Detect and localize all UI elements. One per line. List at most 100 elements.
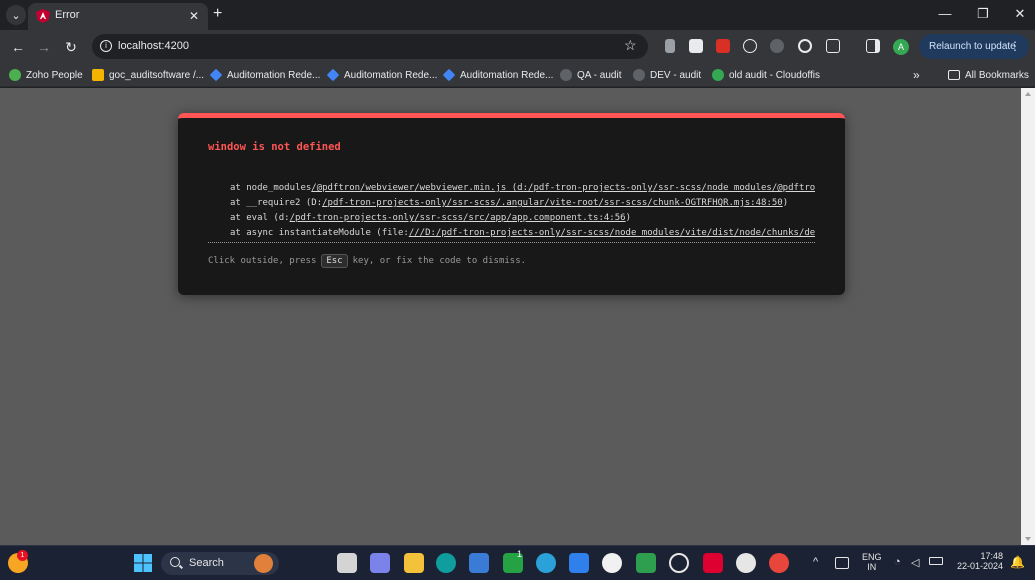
microsoft-store-icon[interactable]	[469, 553, 489, 573]
search-label: Search	[189, 557, 224, 569]
network-off-icon[interactable]	[835, 557, 849, 569]
bookmarks-overflow-icon[interactable]: »	[913, 68, 920, 82]
clock-date: 22-01-2024	[956, 561, 1003, 571]
compass-extension-icon[interactable]	[743, 39, 757, 53]
page-scrollbar[interactable]	[1021, 88, 1035, 545]
bookmark-item[interactable]: goc_auditsoftware /...	[92, 68, 204, 82]
reload-icon[interactable]: ↻	[61, 37, 81, 57]
bookmark-favicon-icon	[209, 68, 223, 82]
scroll-down-arrow-icon[interactable]	[1025, 537, 1031, 541]
bookmark-label: goc_auditsoftware /...	[109, 69, 205, 81]
restore-icon[interactable]: ❐	[973, 6, 993, 22]
bookmark-favicon-icon	[9, 69, 21, 81]
bookmark-item[interactable]: Zoho People	[9, 68, 83, 82]
edge-browser-icon[interactable]	[436, 553, 456, 573]
record-extension-icon[interactable]	[798, 39, 812, 53]
task-view-icon[interactable]	[337, 553, 357, 573]
vite-error-overlay: window is not defined at node_modules/@p…	[178, 113, 845, 295]
dismiss-tip: Click outside, press Esc key, or fix the…	[208, 254, 527, 268]
tray-overflow-icon[interactable]: ^	[813, 556, 818, 568]
bookmark-item[interactable]: Auditomation Rede...	[209, 68, 321, 82]
taskbar-search-box[interactable]: Search	[161, 552, 279, 575]
windows-logo-icon	[134, 554, 152, 572]
extensions-puzzle-icon[interactable]	[826, 39, 840, 53]
esc-key: Esc	[321, 254, 348, 268]
windows-taskbar: 1 Search 1 ^ ENG IN ◔ ◁ 17:48 22-01-2024…	[0, 545, 1035, 580]
search-icon	[170, 557, 180, 567]
bookmark-favicon-icon	[560, 69, 572, 81]
error-stack-trace: at node_modules/@pdftron/webviewer/webvi…	[208, 181, 815, 241]
bookmark-item[interactable]: Auditomation Rede...	[442, 68, 553, 82]
stack-frame: at eval (d:/pdf-tron-projects-only/ssr-s…	[230, 213, 631, 223]
bookmark-item[interactable]: DEV - audit	[633, 68, 701, 82]
bookmark-favicon-icon	[442, 68, 456, 82]
folder-icon	[948, 70, 960, 80]
close-window-icon[interactable]: ✕	[1010, 6, 1030, 22]
angular-devtools-icon[interactable]	[770, 39, 784, 53]
media-player-icon[interactable]	[669, 553, 689, 573]
stack-file-link[interactable]: /@pdftron/webviewer/webviewer.min.js (d:…	[311, 183, 815, 193]
tab-error[interactable]: Error ✕	[28, 3, 208, 30]
error-message: window is not defined	[208, 141, 341, 153]
clock-time: 17:48	[980, 551, 1003, 561]
stack-file-link[interactable]: /pdf-tron-projects-only/ssr-scss/.angula…	[322, 198, 783, 208]
bookmark-label: Auditomation Rede...	[344, 69, 438, 81]
qr-code-icon[interactable]	[689, 39, 703, 53]
relaunch-to-update-button[interactable]: Relaunch to update ⋮	[919, 34, 1029, 59]
region-label: IN	[867, 562, 877, 572]
bookmarks-bar: Zoho People goc_auditsoftware /... Audit…	[0, 63, 1035, 87]
url-text[interactable]: localhost:4200	[118, 40, 189, 52]
profile-avatar[interactable]: A	[893, 39, 909, 55]
eye-app-icon[interactable]	[536, 553, 556, 573]
clock[interactable]: 17:48 22-01-2024	[955, 551, 1003, 571]
bookmark-favicon-icon	[92, 69, 104, 81]
bookmark-label: old audit - Cloudoffis	[729, 69, 820, 81]
bookmark-item[interactable]: Auditomation Rede...	[326, 68, 438, 82]
stack-frame: at node_modules/@pdftron/webviewer/webvi…	[230, 183, 815, 193]
stack-file-link[interactable]: ///D:/pdf-tron-projects-only/ssr-scss/no…	[409, 228, 815, 238]
bookmark-label: DEV - audit	[650, 69, 702, 81]
wifi-icon[interactable]: ◔	[894, 556, 901, 568]
minimize-icon[interactable]: —	[935, 6, 955, 21]
bookmark-label: QA - audit	[577, 69, 622, 81]
extension-toolbox-icon[interactable]	[665, 39, 675, 53]
page-backdrop[interactable]: window is not defined at node_modules/@p…	[0, 88, 1021, 545]
tab-title: Error	[55, 9, 80, 21]
bookmark-item[interactable]: QA - audit	[560, 68, 621, 82]
bookmark-label: Auditomation Rede...	[227, 69, 321, 81]
language-indicator[interactable]: ENG IN	[862, 552, 882, 572]
menu-kebab-icon[interactable]: ⋮	[1009, 34, 1021, 59]
meet-app-icon[interactable]	[602, 553, 622, 573]
close-tab-icon[interactable]: ✕	[186, 8, 202, 24]
chrome-icon[interactable]	[769, 553, 789, 573]
teams-chat-icon[interactable]	[370, 553, 390, 573]
battery-icon[interactable]	[929, 557, 943, 565]
google-meet-icon[interactable]	[636, 553, 656, 573]
disk-app-icon[interactable]	[736, 553, 756, 573]
angular-app-icon[interactable]	[703, 553, 723, 573]
site-info-icon[interactable]: i	[100, 40, 112, 52]
forward-icon[interactable]: →	[34, 37, 54, 57]
bookmark-item[interactable]: old audit - Cloudoffis	[712, 68, 820, 82]
all-bookmarks-label: All Bookmarks	[965, 69, 1029, 81]
bookmark-favicon-icon	[326, 68, 340, 82]
back-icon[interactable]: ←	[8, 37, 28, 57]
start-button[interactable]	[133, 553, 153, 573]
relaunch-label: Relaunch to update	[929, 41, 1016, 52]
weather-badge: 1	[17, 550, 28, 561]
file-explorer-icon[interactable]	[404, 553, 424, 573]
all-bookmarks-button[interactable]: All Bookmarks	[948, 68, 1029, 82]
volume-icon[interactable]: ◁	[911, 556, 919, 569]
address-bar[interactable]: i localhost:4200 ☆	[92, 34, 648, 59]
stack-file-link[interactable]: /pdf-tron-projects-only/ssr-scss/src/app…	[290, 213, 626, 223]
side-panel-icon[interactable]	[866, 39, 880, 53]
tab-strip: ⌄ Error ✕ + — ❐ ✕	[0, 0, 1035, 30]
new-tab-icon[interactable]: +	[213, 6, 222, 22]
bookmark-star-icon[interactable]: ☆	[624, 37, 637, 54]
tab-search-dropdown-icon[interactable]: ⌄	[6, 5, 26, 25]
notification-bell-icon[interactable]: 🔔	[1010, 555, 1025, 569]
scroll-up-arrow-icon[interactable]	[1025, 92, 1031, 96]
pdf-extension-icon[interactable]	[716, 39, 730, 53]
vscode-icon[interactable]	[569, 553, 589, 573]
bookmark-label: Zoho People	[26, 69, 83, 81]
